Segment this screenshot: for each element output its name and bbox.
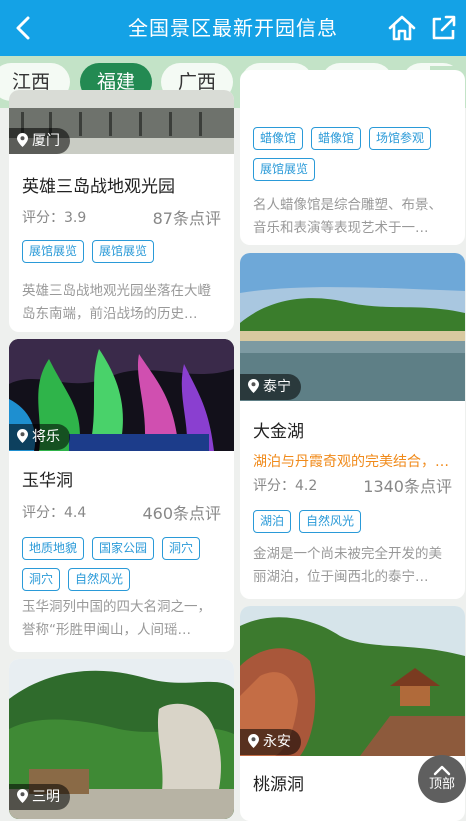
scenic-name: 玉华洞 bbox=[22, 471, 73, 491]
scenic-description: 名人蜡像馆是综合雕塑、布景、音乐和表演等表现艺术于一… bbox=[253, 197, 442, 236]
tag: 自然风光 bbox=[68, 568, 131, 591]
tag: 展馆展览 bbox=[22, 240, 85, 263]
scenic-card[interactable]: 将乐 玉华洞 评分：4.4 460条点评 地质地貌 国家公园 洞穴 洞穴 自然风… bbox=[9, 339, 234, 652]
scenic-description: 金湖是一个尚未被完全开发的美丽湖泊，位于闽西北的泰宁… bbox=[253, 546, 442, 585]
review-count: 1340条点评 bbox=[363, 477, 452, 496]
scenic-score: 评分：4.2 bbox=[253, 478, 318, 494]
tag: 洞穴 bbox=[22, 568, 61, 591]
location-badge: 永安 bbox=[240, 729, 301, 755]
tag: 展馆展览 bbox=[92, 240, 155, 263]
scenic-card[interactable]: 厦门 英雄三岛战地观光园 评分：3.9 87条点评 展馆展览 展馆展览 英雄三岛… bbox=[9, 90, 234, 332]
tag: 湖泊 bbox=[253, 510, 292, 533]
location-label: 将乐 bbox=[32, 429, 60, 445]
back-to-top-button[interactable]: 顶部 bbox=[418, 755, 466, 803]
location-label: 三明 bbox=[32, 789, 60, 805]
tag-list: 展馆展览 展馆展览 bbox=[22, 240, 232, 271]
review-count: 87条点评 bbox=[152, 209, 221, 228]
review-count: 460条点评 bbox=[142, 504, 221, 523]
scenic-score: 评分：3.9 bbox=[22, 210, 87, 226]
location-badge: 厦门 bbox=[9, 128, 70, 154]
location-badge: 泰宁 bbox=[240, 374, 301, 400]
tag: 地质地貌 bbox=[22, 537, 85, 560]
scenic-name: 大金湖 bbox=[253, 422, 304, 442]
location-pin-icon bbox=[248, 734, 259, 748]
scenic-subtitle: 湖泊与丹霞奇观的完美结合，… bbox=[253, 454, 449, 470]
scenic-card[interactable]: 三明 bbox=[9, 659, 234, 819]
location-badge: 将乐 bbox=[9, 424, 70, 450]
tag: 蜡像馆 bbox=[253, 127, 304, 150]
scenic-score: 评分：4.4 bbox=[22, 505, 87, 521]
tag: 蜡像馆 bbox=[311, 127, 362, 150]
location-label: 泰宁 bbox=[263, 379, 291, 395]
location-pin-icon bbox=[17, 133, 28, 147]
chevron-up-icon bbox=[433, 765, 451, 776]
scenic-description: 玉华洞列中国的四大名洞之一，誉称“形胜甲闽山，人间瑶… bbox=[22, 599, 211, 638]
location-badge: 三明 bbox=[9, 784, 70, 810]
scenic-name: 桃源洞 bbox=[253, 775, 304, 795]
tag: 国家公园 bbox=[92, 537, 155, 560]
tag-list: 地质地貌 国家公园 洞穴 洞穴 自然风光 bbox=[22, 537, 232, 599]
location-pin-icon bbox=[17, 429, 28, 443]
location-label: 永安 bbox=[263, 734, 291, 750]
scenic-name: 英雄三岛战地观光园 bbox=[22, 177, 175, 197]
tag-list: 蜡像馆 蜡像馆 场馆参观 展馆展览 bbox=[253, 127, 463, 189]
app-header: 全国景区最新开园信息 bbox=[0, 0, 466, 56]
tag: 自然风光 bbox=[299, 510, 362, 533]
location-label: 厦门 bbox=[32, 133, 60, 149]
tag: 展馆展览 bbox=[253, 158, 316, 181]
back-to-top-label: 顶部 bbox=[428, 777, 455, 792]
location-pin-icon bbox=[248, 379, 259, 393]
home-icon[interactable] bbox=[386, 12, 418, 44]
tag-list: 湖泊 自然风光 bbox=[253, 510, 463, 541]
tag: 洞穴 bbox=[162, 537, 201, 560]
tag: 场馆参观 bbox=[369, 127, 432, 150]
share-icon[interactable] bbox=[427, 12, 459, 44]
location-pin-icon bbox=[17, 789, 28, 803]
scenic-card[interactable]: 蜡像馆 蜡像馆 场馆参观 展馆展览 名人蜡像馆是综合雕塑、布景、音乐和表演等表现… bbox=[240, 70, 465, 245]
scenic-description: 英雄三岛战地观光园坐落在大嶝岛东南端，前沿战场的历史… bbox=[22, 283, 211, 322]
scenic-card[interactable]: 泰宁 大金湖 湖泊与丹霞奇观的完美结合，… 评分：4.2 1340条点评 湖泊 … bbox=[240, 253, 465, 599]
